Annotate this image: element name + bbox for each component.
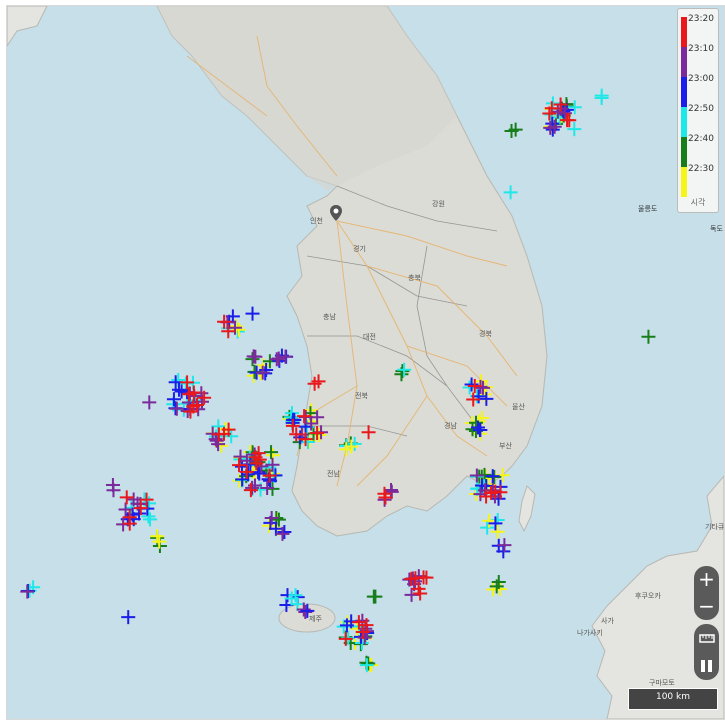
- zoom-in-button[interactable]: +: [694, 566, 719, 593]
- lightning-strike-marker: [264, 445, 279, 460]
- legend-swatch-4: [681, 137, 687, 167]
- legend-swatch-3: [681, 107, 687, 137]
- lightning-strike-marker: [245, 480, 260, 495]
- lightning-strike-marker: [245, 352, 260, 367]
- legend-swatch-5: [681, 167, 687, 197]
- lightning-strike-marker: [262, 518, 277, 533]
- zoom-out-button[interactable]: −: [694, 593, 719, 620]
- lightning-strike-marker: [255, 365, 270, 380]
- lightning-strike-marker: [641, 329, 656, 344]
- lightning-strike-marker: [594, 88, 609, 103]
- map-canvas[interactable]: 인천 경기 강원 충북 충남 대전 경북 전북 경남 울산 부산 전남 제주 울…: [6, 5, 725, 720]
- lightning-strike-marker: [503, 185, 518, 200]
- legend-time-2: 23:00: [688, 74, 714, 84]
- lightning-strike-marker: [368, 589, 383, 604]
- lightning-strike-marker: [246, 349, 261, 364]
- lightning-strike-marker: [377, 486, 392, 501]
- lightning-strike-marker: [265, 457, 280, 472]
- lightning-strike-marker: [298, 604, 313, 619]
- legend-time-0: 23:20: [688, 14, 714, 24]
- lightning-strike-marker: [482, 513, 497, 528]
- lightning-strike-marker: [395, 364, 410, 379]
- legend-swatch-2: [681, 77, 687, 107]
- ruler-button[interactable]: [694, 624, 719, 652]
- tools-control: [694, 624, 719, 680]
- layers-button[interactable]: [694, 652, 719, 680]
- scale-bar: 100 km: [628, 688, 718, 710]
- lightning-strike-marker: [271, 512, 286, 527]
- layers-icon: [700, 660, 712, 672]
- lightning-strike-marker: [288, 588, 303, 603]
- lightning-strike-marker: [271, 351, 286, 366]
- legend-time-1: 23:10: [688, 44, 714, 54]
- legend-swatch-0: [681, 17, 687, 47]
- scale-bar-label: 100 km: [655, 692, 691, 702]
- lightning-strike-marker: [361, 425, 376, 440]
- lightning-strike-layer: [20, 88, 656, 673]
- lightning-strike-marker: [245, 306, 260, 321]
- zoom-control: + −: [694, 566, 719, 620]
- legend-time-3: 22:50: [688, 104, 714, 114]
- lightning-strike-marker: [493, 582, 508, 597]
- legend-time-5: 22:30: [688, 164, 714, 174]
- ruler-icon: [698, 634, 715, 643]
- legend-footer: 시각: [690, 198, 706, 207]
- lightning-strike-marker: [231, 322, 246, 337]
- lightning-strike-marker: [404, 587, 419, 602]
- lightning-strike-marker: [277, 524, 292, 539]
- legend-swatch-1: [681, 47, 687, 77]
- lightning-strike-marker: [121, 610, 136, 625]
- legend-time-4: 22:40: [688, 134, 714, 144]
- time-legend: 23:20 23:10 23:00 22:50 22:40 22:30 시각: [677, 8, 719, 213]
- lightning-strike-marker: [142, 395, 157, 410]
- lightning-strike-marker: [141, 509, 156, 524]
- lightning-strike-marker: [300, 603, 315, 618]
